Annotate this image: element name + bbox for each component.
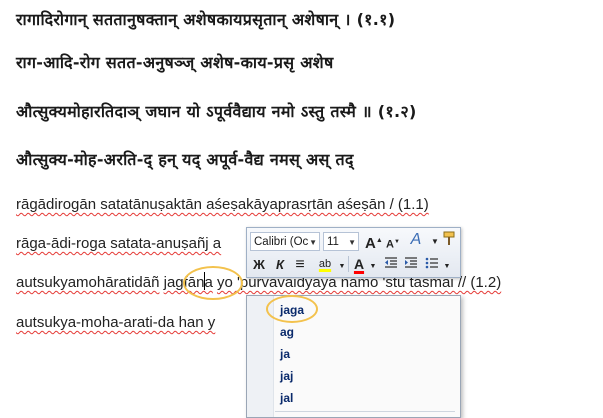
devanagari-line-1: रागादिरोगान् सततानुषक्तान् अशेषकायप्रसृत… bbox=[16, 10, 396, 29]
grow-font-icon[interactable]: A▲ bbox=[365, 232, 383, 253]
bullets-icon[interactable] bbox=[424, 256, 440, 275]
center-align-icon[interactable]: ≡ bbox=[293, 256, 307, 274]
spelling-suggestions-menu: jaga ag ja jaj jal bbox=[246, 295, 461, 418]
styles-icon[interactable]: A bbox=[407, 231, 425, 249]
suggestion-item[interactable]: jal bbox=[280, 391, 293, 405]
chevron-down-icon[interactable]: ▼ bbox=[337, 258, 347, 276]
bold-button[interactable]: Ж bbox=[252, 256, 266, 274]
suggestion-item[interactable]: ja bbox=[280, 347, 290, 361]
transliteration-line-2: rāga-ādi-roga satata-anuṣañj a bbox=[16, 235, 221, 252]
suggestion-item[interactable]: jaga bbox=[274, 299, 328, 321]
decrease-indent-icon[interactable] bbox=[383, 256, 399, 275]
font-name-combo[interactable]: Calibri (Oc ▼ bbox=[250, 232, 320, 251]
text-cursor bbox=[204, 272, 205, 290]
misspelled-word[interactable]: jagfāna bbox=[164, 274, 213, 291]
font-size-value: 11 bbox=[327, 236, 339, 248]
toolbar-separator bbox=[348, 256, 349, 272]
menu-separator bbox=[275, 411, 455, 412]
shrink-font-icon[interactable]: A▼ bbox=[386, 233, 400, 254]
chevron-down-icon[interactable]: ▼ bbox=[442, 258, 452, 276]
suggestion-item[interactable]: jaj bbox=[280, 369, 293, 383]
chevron-down-icon[interactable]: ▼ bbox=[348, 233, 356, 252]
menu-gutter bbox=[247, 296, 274, 417]
chevron-down-icon[interactable]: ▼ bbox=[309, 233, 317, 252]
format-painter-icon[interactable] bbox=[441, 231, 457, 252]
devanagari-line-3: औत्सुक्यमोहारतिदाञ् जघान यो ऽपूर्ववैद्या… bbox=[16, 102, 417, 121]
highlight-icon[interactable]: ab bbox=[315, 255, 335, 273]
transliteration-line-1-text: rāgādirogān satatānuṣaktān aśeṣakāyapras… bbox=[16, 196, 429, 213]
transliteration-line-2-text: rāga-ādi-roga satata-anuṣañj a bbox=[16, 235, 222, 252]
font-size-combo[interactable]: 11 ▼ bbox=[323, 232, 359, 251]
chevron-down-icon[interactable]: ▼ bbox=[428, 233, 442, 251]
transliteration-line-1: rāgādirogān satatānuṣaktān aśeṣakāyapras… bbox=[16, 196, 429, 213]
devanagari-line-4: औत्सुक्य-मोह-अरति-द् हन् यद् अपूर्व-वैद्… bbox=[16, 150, 354, 169]
italic-button[interactable]: К bbox=[273, 256, 287, 274]
increase-indent-icon[interactable] bbox=[403, 256, 419, 275]
font-color-icon[interactable]: A bbox=[351, 255, 367, 273]
font-name-value: Calibri (Oc bbox=[254, 236, 309, 248]
chevron-down-icon[interactable]: ▼ bbox=[368, 258, 378, 276]
transliteration-line-3-pre: autsukyamohāratidāñ bbox=[16, 274, 160, 291]
transliteration-line-4-pre: autsukya-moha-arati-da han y bbox=[16, 314, 216, 331]
mini-toolbar: Calibri (Oc ▼ 11 ▼ A▲ A▼ A ▼ Ж К ≡ ab ▼ … bbox=[246, 227, 461, 278]
suggestion-item[interactable]: ag bbox=[280, 325, 294, 339]
devanagari-line-2: राग-आदि-रोग सतत-अनुषञ्ज् अशेष-काय-प्रसृ … bbox=[16, 53, 334, 72]
